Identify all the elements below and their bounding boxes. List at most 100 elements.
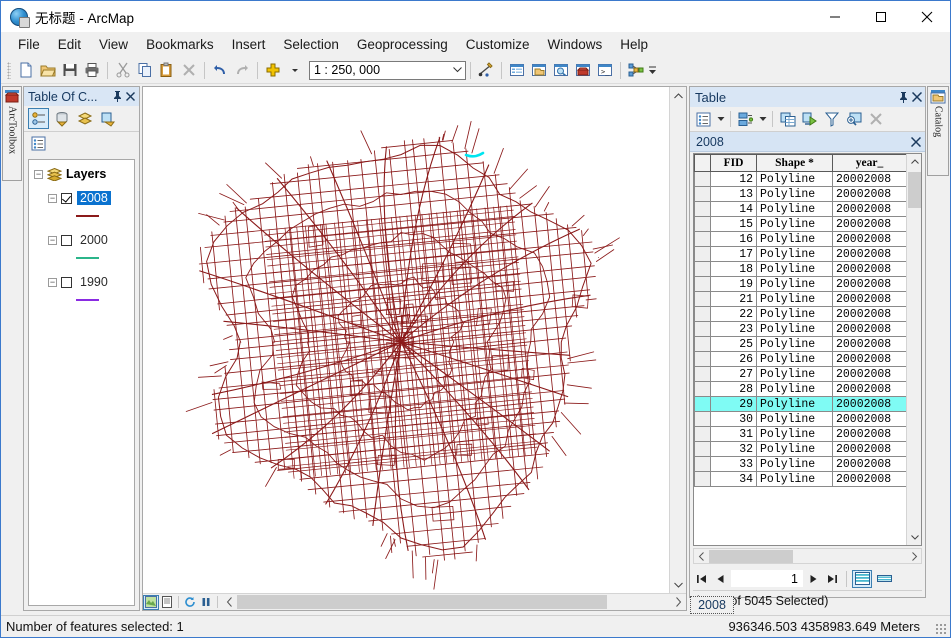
map-canvas[interactable] xyxy=(143,87,669,593)
model-builder-icon[interactable] xyxy=(625,59,647,81)
table-row[interactable]: 21 Polyline 20002008 xyxy=(694,291,907,307)
layer-visibility-checkbox[interactable] xyxy=(61,234,72,246)
table-row[interactable]: 32 Polyline 20002008 xyxy=(694,441,907,457)
table-row[interactable]: 16 Polyline 20002008 xyxy=(694,231,907,247)
layer-row-2008[interactable]: − 2008 xyxy=(29,189,134,207)
cell-shape[interactable]: Polyline xyxy=(756,441,833,457)
row-selector-cell[interactable] xyxy=(694,186,711,202)
table-row[interactable]: 29 Polyline 20002008 xyxy=(694,396,907,412)
menu-windows[interactable]: Windows xyxy=(539,34,612,55)
cell-fid[interactable]: 14 xyxy=(710,201,757,217)
grid-vertical-scrollbar[interactable] xyxy=(906,154,921,545)
table-row[interactable]: 30 Polyline 20002008 xyxy=(694,411,907,427)
toc-options-icon[interactable] xyxy=(28,133,49,154)
row-selector-cell[interactable] xyxy=(694,381,711,397)
cell-shape[interactable]: Polyline xyxy=(756,231,833,247)
cell-fid[interactable]: 12 xyxy=(710,171,757,187)
row-selector-cell[interactable] xyxy=(694,231,711,247)
chevron-down-icon[interactable] xyxy=(449,67,465,73)
last-record-button[interactable] xyxy=(824,570,841,588)
table-of-contents-icon[interactable] xyxy=(506,59,528,81)
table-row[interactable]: 27 Polyline 20002008 xyxy=(694,366,907,382)
column-header-fid[interactable]: FID xyxy=(710,154,757,172)
table-row[interactable]: 15 Polyline 20002008 xyxy=(694,216,907,232)
row-selector-cell[interactable] xyxy=(694,291,711,307)
row-selector-cell[interactable] xyxy=(694,321,711,337)
table-row[interactable]: 33 Polyline 20002008 xyxy=(694,456,907,472)
table-options-icon[interactable] xyxy=(693,109,714,130)
toolbar-grip[interactable] xyxy=(7,61,11,79)
menu-insert[interactable]: Insert xyxy=(223,34,275,55)
menu-selection[interactable]: Selection xyxy=(274,34,348,55)
cell-shape[interactable]: Polyline xyxy=(756,201,833,217)
table-row[interactable]: 13 Polyline 20002008 xyxy=(694,186,907,202)
select-all-icon[interactable] xyxy=(777,109,798,130)
table-row[interactable]: 17 Polyline 20002008 xyxy=(694,246,907,262)
attribute-view-button[interactable] xyxy=(874,570,894,588)
cell-year[interactable]: 20002008 xyxy=(832,381,907,397)
cell-year[interactable]: 20002008 xyxy=(832,321,907,337)
add-data-icon[interactable] xyxy=(262,59,284,81)
paste-icon[interactable] xyxy=(156,59,178,81)
scroll-up-icon[interactable] xyxy=(907,154,921,169)
row-selector-cell[interactable] xyxy=(694,471,711,487)
menu-view[interactable]: View xyxy=(90,34,137,55)
cell-fid[interactable]: 19 xyxy=(710,276,757,292)
menu-geoprocessing[interactable]: Geoprocessing xyxy=(348,34,457,55)
related-tables-icon[interactable] xyxy=(735,109,756,130)
cell-shape[interactable]: Polyline xyxy=(756,351,833,367)
map-data-frame[interactable] xyxy=(142,86,687,611)
cell-shape[interactable]: Polyline xyxy=(756,306,833,322)
scroll-up-icon[interactable] xyxy=(670,87,687,104)
table-options-dropdown-icon[interactable] xyxy=(715,109,726,130)
cell-shape[interactable]: Polyline xyxy=(756,366,833,382)
zoom-to-selected-icon[interactable] xyxy=(843,109,864,130)
cell-shape[interactable]: Polyline xyxy=(756,411,833,427)
cell-year[interactable]: 20002008 xyxy=(832,216,907,232)
cell-shape[interactable]: Polyline xyxy=(756,336,833,352)
menu-help[interactable]: Help xyxy=(611,34,657,55)
previous-record-button[interactable] xyxy=(712,570,729,588)
table-row[interactable]: 31 Polyline 20002008 xyxy=(694,426,907,442)
toc-autohide-pin-icon[interactable] xyxy=(111,89,124,104)
search-window-icon[interactable] xyxy=(550,59,572,81)
open-folder-icon[interactable] xyxy=(37,59,59,81)
cell-fid[interactable]: 25 xyxy=(710,336,757,352)
scroll-down-icon[interactable] xyxy=(907,530,921,545)
cell-year[interactable]: 20002008 xyxy=(832,366,907,382)
cell-fid[interactable]: 27 xyxy=(710,366,757,382)
menu-customize[interactable]: Customize xyxy=(457,34,539,55)
column-header-year[interactable]: year_ xyxy=(832,154,907,172)
row-selector-cell[interactable] xyxy=(694,396,711,412)
attribute-grid[interactable]: FID Shape * year_ 12 Polyline 20002008 13 Po… xyxy=(693,153,922,546)
cell-shape[interactable]: Polyline xyxy=(756,381,833,397)
cell-fid[interactable]: 15 xyxy=(710,216,757,232)
cell-year[interactable]: 20002008 xyxy=(832,306,907,322)
close-button[interactable] xyxy=(904,1,950,32)
row-selector-cell[interactable] xyxy=(694,216,711,232)
delete-selected-icon[interactable] xyxy=(865,109,886,130)
cell-shape[interactable]: Polyline xyxy=(756,261,833,277)
cell-fid[interactable]: 32 xyxy=(710,441,757,457)
row-selector-cell[interactable] xyxy=(694,201,711,217)
cell-fid[interactable]: 31 xyxy=(710,426,757,442)
copy-icon[interactable] xyxy=(134,59,156,81)
table-row[interactable]: 26 Polyline 20002008 xyxy=(694,351,907,367)
cell-shape[interactable]: Polyline xyxy=(756,456,833,472)
cell-year[interactable]: 20002008 xyxy=(832,396,907,412)
maximize-button[interactable] xyxy=(858,1,904,32)
cell-year[interactable]: 20002008 xyxy=(832,426,907,442)
row-selector-cell[interactable] xyxy=(694,276,711,292)
cell-year[interactable]: 20002008 xyxy=(832,456,907,472)
column-header-shape[interactable]: Shape * xyxy=(756,154,833,172)
table-row[interactable]: 28 Polyline 20002008 xyxy=(694,381,907,397)
cell-shape[interactable]: Polyline xyxy=(756,186,833,202)
cell-shape[interactable]: Polyline xyxy=(756,171,833,187)
add-data-dropdown-icon[interactable] xyxy=(284,59,306,81)
table-bottom-tab-2008[interactable]: 2008 xyxy=(690,596,734,614)
map-hscroll-thumb[interactable] xyxy=(237,595,607,609)
row-selector-cell[interactable] xyxy=(694,261,711,277)
row-selector-cell[interactable] xyxy=(694,351,711,367)
list-by-drawing-order-button[interactable] xyxy=(28,108,49,129)
undo-icon[interactable] xyxy=(209,59,231,81)
